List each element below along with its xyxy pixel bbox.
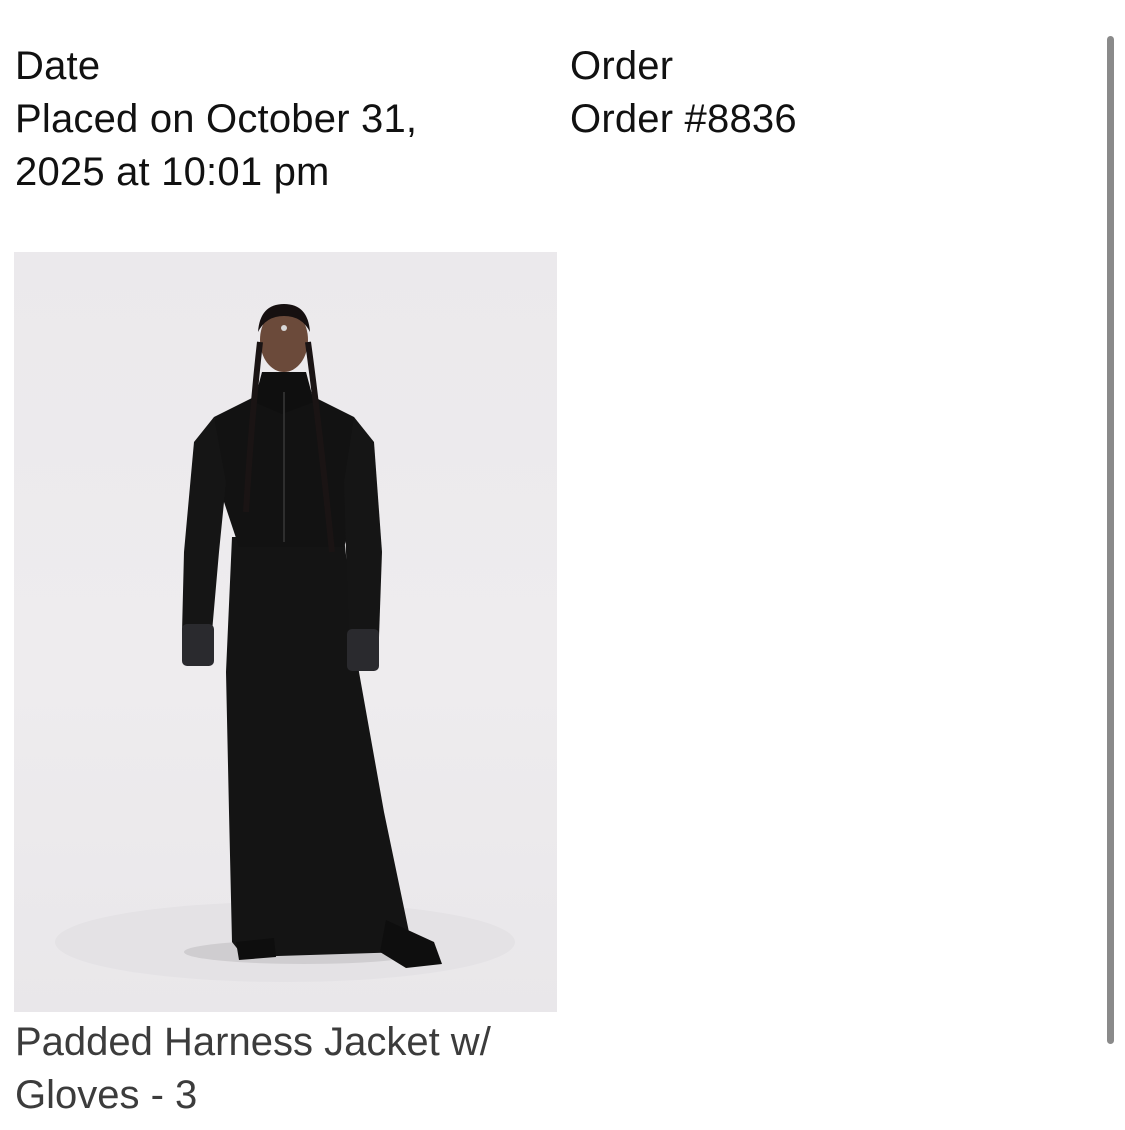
order-section: Order Order #8836 — [570, 40, 990, 146]
date-section: Date Placed on October 31, 2025 at 10:01… — [15, 40, 485, 199]
model-photo — [55, 304, 515, 982]
product-name[interactable]: Padded Harness Jacket w/ Gloves - 3 — [15, 1016, 575, 1122]
product-image[interactable] — [14, 252, 557, 1012]
date-value: Placed on October 31, 2025 at 10:01 pm — [15, 97, 418, 194]
order-number: Order #8836 — [570, 97, 797, 141]
scrollbar[interactable] — [1107, 36, 1114, 1044]
date-label: Date — [15, 44, 101, 88]
order-label: Order — [570, 44, 674, 88]
